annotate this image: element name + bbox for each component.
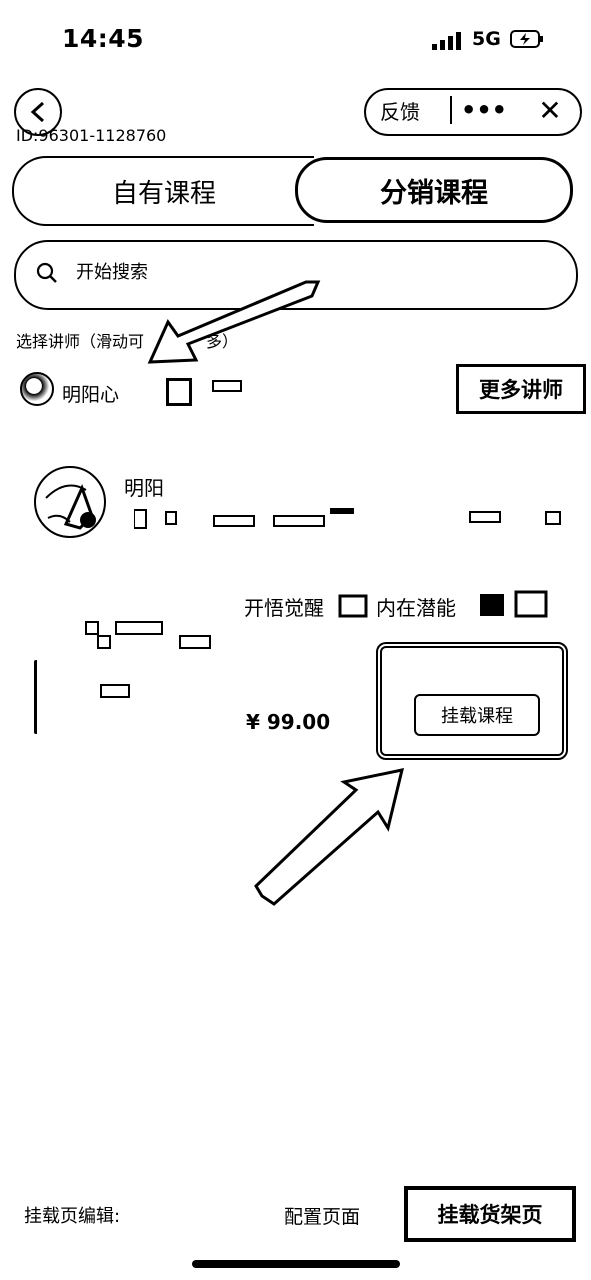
page-id: ID:96301-1128760 <box>16 126 167 145</box>
thumbnail-mark <box>100 684 130 698</box>
chevron-left-icon <box>30 101 45 123</box>
teacher-selector-label-head: 选择讲师（滑动可 <box>16 332 145 351</box>
home-indicator[interactable] <box>192 1260 400 1268</box>
avatar-illustration-icon <box>45 483 96 530</box>
battery-charging-icon <box>510 30 543 48</box>
course-author-avatar <box>34 466 106 538</box>
status-time: 14:45 <box>62 24 145 53</box>
tab-own-courses[interactable]: 自有课程 <box>12 156 314 226</box>
course-title-line2-redacted <box>85 621 211 649</box>
mount-page-edit-label: 挂载页编辑: <box>24 1206 121 1227</box>
teacher-placeholder-mark <box>212 380 242 392</box>
course-price: ¥ 99.00 <box>246 710 331 734</box>
more-menu-button[interactable]: ••• <box>456 90 512 130</box>
configure-page-button[interactable]: 配置页面 <box>284 1202 360 1229</box>
course-title: 开悟觉醒 <box>244 596 324 620</box>
teacher-avatar[interactable] <box>20 372 54 406</box>
network-label: 5G <box>472 28 501 50</box>
more-teachers-button[interactable]: 更多讲师 <box>456 364 586 414</box>
mount-shelf-page-button[interactable]: 挂载货架页 <box>404 1186 576 1242</box>
mount-course-button[interactable]: 挂载课程 <box>414 694 540 736</box>
teacher-placeholder-mark <box>166 378 192 406</box>
teacher-selector-label: 选择讲师（滑动可 多） <box>16 328 238 352</box>
course-thumbnail[interactable] <box>34 660 227 734</box>
search-input[interactable] <box>76 262 476 283</box>
capsule-divider <box>450 96 452 124</box>
arrow-to-mount-button <box>254 768 405 906</box>
course-title-part2: 内在潜能 <box>376 596 456 620</box>
signal-icon <box>432 32 461 50</box>
feedback-button[interactable]: 反馈 <box>380 96 420 125</box>
teacher-name[interactable]: 明阳心 <box>62 380 119 407</box>
close-button[interactable]: ✕ <box>534 92 566 128</box>
course-description-redacted <box>134 508 561 529</box>
teacher-selector-label-tail: 多） <box>206 332 239 351</box>
search-icon <box>36 262 57 283</box>
course-author: 明阳 <box>124 476 164 500</box>
tab-distribution-courses[interactable]: 分销课程 <box>295 157 573 223</box>
